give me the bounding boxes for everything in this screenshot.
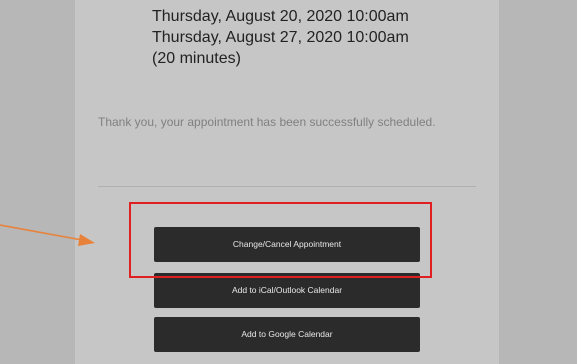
appointment-slot-list: Thursday, August 20, 2020 10:00am Thursd… [152, 6, 409, 69]
confirmation-message: Thank you, your appointment has been suc… [98, 115, 436, 129]
screenshot-stage: Thursday, August 20, 2020 10:00am Thursd… [0, 0, 577, 364]
add-to-google-calendar-button[interactable]: Add to Google Calendar [154, 317, 420, 352]
appointment-slot: Thursday, August 20, 2020 10:00am [152, 8, 409, 25]
appointment-slot: Thursday, August 27, 2020 10:00am [152, 29, 409, 46]
appointment-duration: (20 minutes) [152, 50, 241, 67]
add-to-ical-outlook-button[interactable]: Add to iCal/Outlook Calendar [154, 273, 420, 308]
section-divider [98, 186, 476, 187]
change-cancel-appointment-button[interactable]: Change/Cancel Appointment [154, 227, 420, 262]
